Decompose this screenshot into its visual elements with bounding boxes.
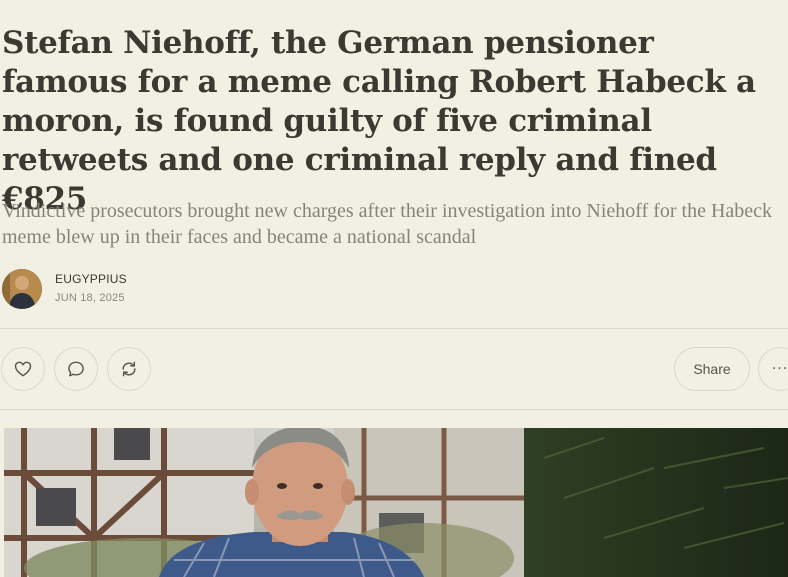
more-options-button[interactable]: ··· [758,347,788,391]
restack-icon [122,361,136,377]
post-actions: Share ··· [0,347,788,393]
share-button[interactable]: Share [674,347,750,391]
post-date: JUN 18, 2025 [55,292,125,304]
author-name[interactable]: EUGYPPIUS [55,272,127,286]
post-title: Stefan Niehoff, the German pensioner fam… [2,25,756,217]
heart-icon [14,361,32,377]
comment-icon [68,361,84,377]
hero-image[interactable] [4,428,788,577]
post-subtitle: Vindictive prosecutors brought new charg… [2,200,773,248]
more-icon: ··· [771,361,788,377]
divider [0,409,788,410]
avatar-portrait [2,269,42,309]
byline: EUGYPPIUS JUN 18, 2025 [2,267,302,311]
article: Stefan Niehoff, the German pensioner fam… [0,0,788,577]
restack-button[interactable] [107,347,151,391]
comment-button[interactable] [54,347,98,391]
like-button[interactable] [1,347,45,391]
hero-photo [4,428,788,577]
divider [0,328,788,329]
author-avatar[interactable] [2,269,42,309]
